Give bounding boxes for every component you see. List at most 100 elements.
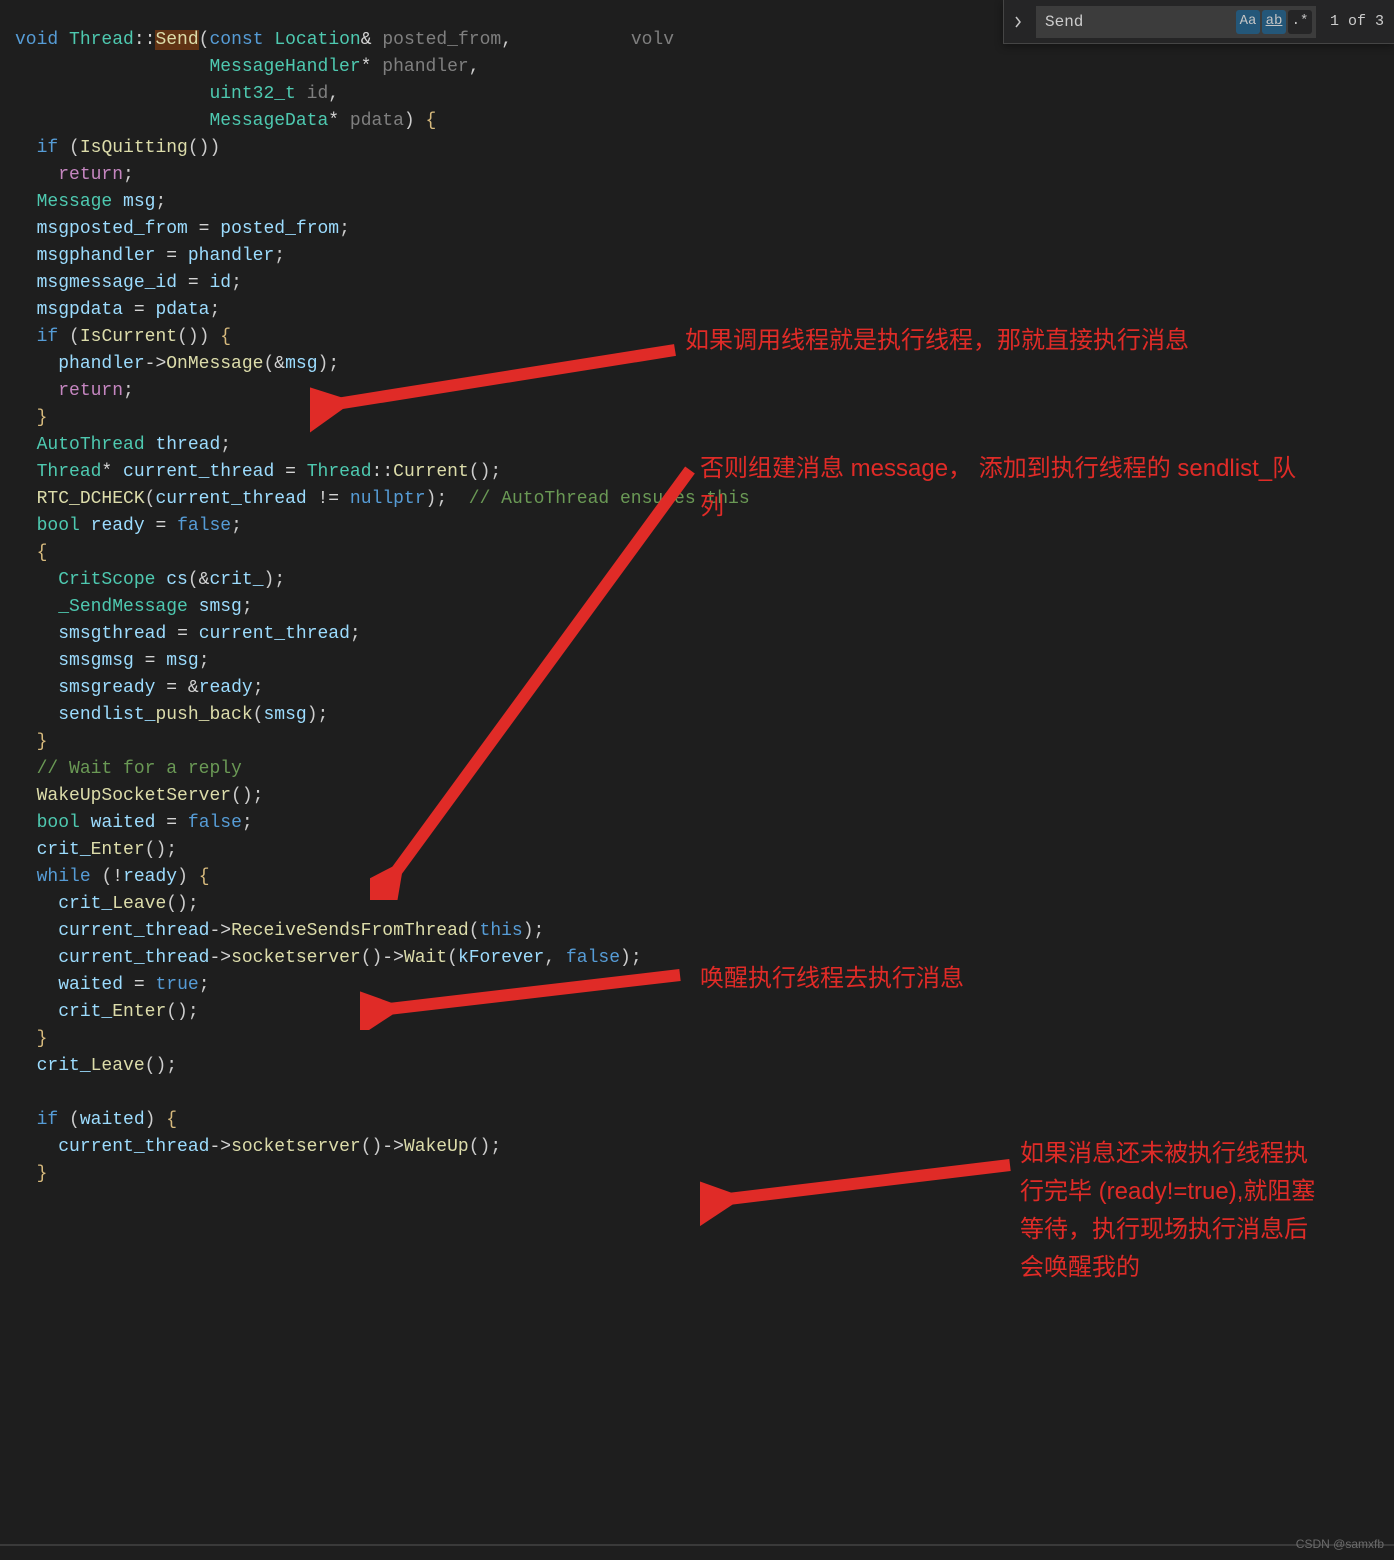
semi: ; xyxy=(123,165,134,185)
op: = xyxy=(199,219,210,239)
comment: // AutoThread ensures this xyxy=(469,489,750,509)
var: ready xyxy=(123,867,177,887)
truncated: volv xyxy=(631,30,674,50)
type: CritScope xyxy=(58,570,155,590)
match-case-toggle[interactable]: Aa xyxy=(1236,10,1260,34)
keyword: const xyxy=(209,30,263,50)
semi: ; xyxy=(199,975,210,995)
semi: ; xyxy=(242,597,253,617)
function: OnMessage xyxy=(166,354,263,374)
brace: } xyxy=(37,732,48,752)
paren: () xyxy=(145,840,167,860)
var: crit_ xyxy=(209,570,263,590)
watermark: CSDN @samxfb xyxy=(1296,1531,1384,1558)
op: = xyxy=(285,462,296,482)
chevron-right-icon xyxy=(1012,16,1024,28)
semi: ; xyxy=(274,570,285,590)
semi: ; xyxy=(534,921,545,941)
paren: () xyxy=(166,1002,188,1022)
op: -> xyxy=(209,1137,231,1157)
keyword: if xyxy=(37,138,59,158)
paren: ) xyxy=(404,111,415,131)
function: push_back xyxy=(155,705,252,725)
match-whole-word-toggle[interactable]: ab xyxy=(1262,10,1286,34)
var: ready xyxy=(199,678,253,698)
function: Enter xyxy=(91,840,145,860)
var: smsg xyxy=(58,678,101,698)
var: smsg xyxy=(58,624,101,644)
var: crit_ xyxy=(37,840,91,860)
var: smsg xyxy=(199,597,242,617)
code-editor[interactable]: void Thread::Send(const Location& posted… xyxy=(0,0,1394,1544)
keyword: nullptr xyxy=(350,489,426,509)
semi: ; xyxy=(350,624,361,644)
op: ! xyxy=(112,867,123,887)
paren: () xyxy=(361,948,383,968)
type: Thread xyxy=(37,462,102,482)
var: crit_ xyxy=(58,894,112,914)
var: msg xyxy=(37,246,69,266)
semi: ; xyxy=(339,219,350,239)
function: IsCurrent xyxy=(80,327,177,347)
paren: ) xyxy=(177,867,188,887)
semi: ; xyxy=(328,354,339,374)
brace: { xyxy=(220,327,231,347)
function: Enter xyxy=(112,1002,166,1022)
keyword: true xyxy=(155,975,198,995)
semi: ; xyxy=(490,1137,501,1157)
semi: ; xyxy=(188,894,199,914)
field: thread xyxy=(101,624,166,644)
var: crit_ xyxy=(37,1056,91,1076)
semi: ; xyxy=(199,651,210,671)
var: id xyxy=(209,273,231,293)
var: posted_from xyxy=(220,219,339,239)
find-toggle-replace[interactable] xyxy=(1004,0,1032,43)
semi: ; xyxy=(220,435,231,455)
var: current_thread xyxy=(155,489,306,509)
var: thread xyxy=(155,435,220,455)
keyword: false xyxy=(177,516,231,536)
type: Thread xyxy=(307,462,372,482)
comma: , xyxy=(469,57,480,77)
comma: , xyxy=(328,84,339,104)
type: Location xyxy=(274,30,360,50)
type: Message xyxy=(37,192,113,212)
horizontal-scrollbar[interactable] xyxy=(0,1544,1394,1546)
function: socketserver xyxy=(231,948,361,968)
semi: ; xyxy=(242,813,253,833)
op: = xyxy=(166,246,177,266)
var: current_thread xyxy=(58,921,209,941)
find-widget[interactable]: Aa ab .* 1 of 3 xyxy=(1003,0,1394,44)
var: crit_ xyxy=(58,1002,112,1022)
field: msg xyxy=(101,651,133,671)
semi: ; xyxy=(166,840,177,860)
semi: ; xyxy=(274,246,285,266)
comma: , xyxy=(501,30,512,50)
semi: ; xyxy=(155,192,166,212)
regex-toggle[interactable]: .* xyxy=(1288,10,1312,34)
function: Leave xyxy=(112,894,166,914)
paren: ( xyxy=(253,705,264,725)
paren: ( xyxy=(447,948,458,968)
paren: () xyxy=(361,1137,383,1157)
op: = xyxy=(166,678,177,698)
op: * xyxy=(328,111,339,131)
type: _SendMessage xyxy=(58,597,188,617)
paren: ( xyxy=(469,921,480,941)
var: waited xyxy=(58,975,123,995)
function: Current xyxy=(393,462,469,482)
paren: ( xyxy=(199,30,210,50)
paren: () xyxy=(177,327,199,347)
field: ready xyxy=(101,678,155,698)
paren: ( xyxy=(69,138,80,158)
var: msg xyxy=(37,219,69,239)
semi: ; xyxy=(436,489,447,509)
op: = xyxy=(134,300,145,320)
paren: () xyxy=(231,786,253,806)
function: WakeUpSocketServer xyxy=(37,786,231,806)
var: current_thread xyxy=(123,462,274,482)
op: = xyxy=(155,516,166,536)
op: & xyxy=(274,354,285,374)
type: AutoThread xyxy=(37,435,145,455)
semi: ; xyxy=(231,273,242,293)
